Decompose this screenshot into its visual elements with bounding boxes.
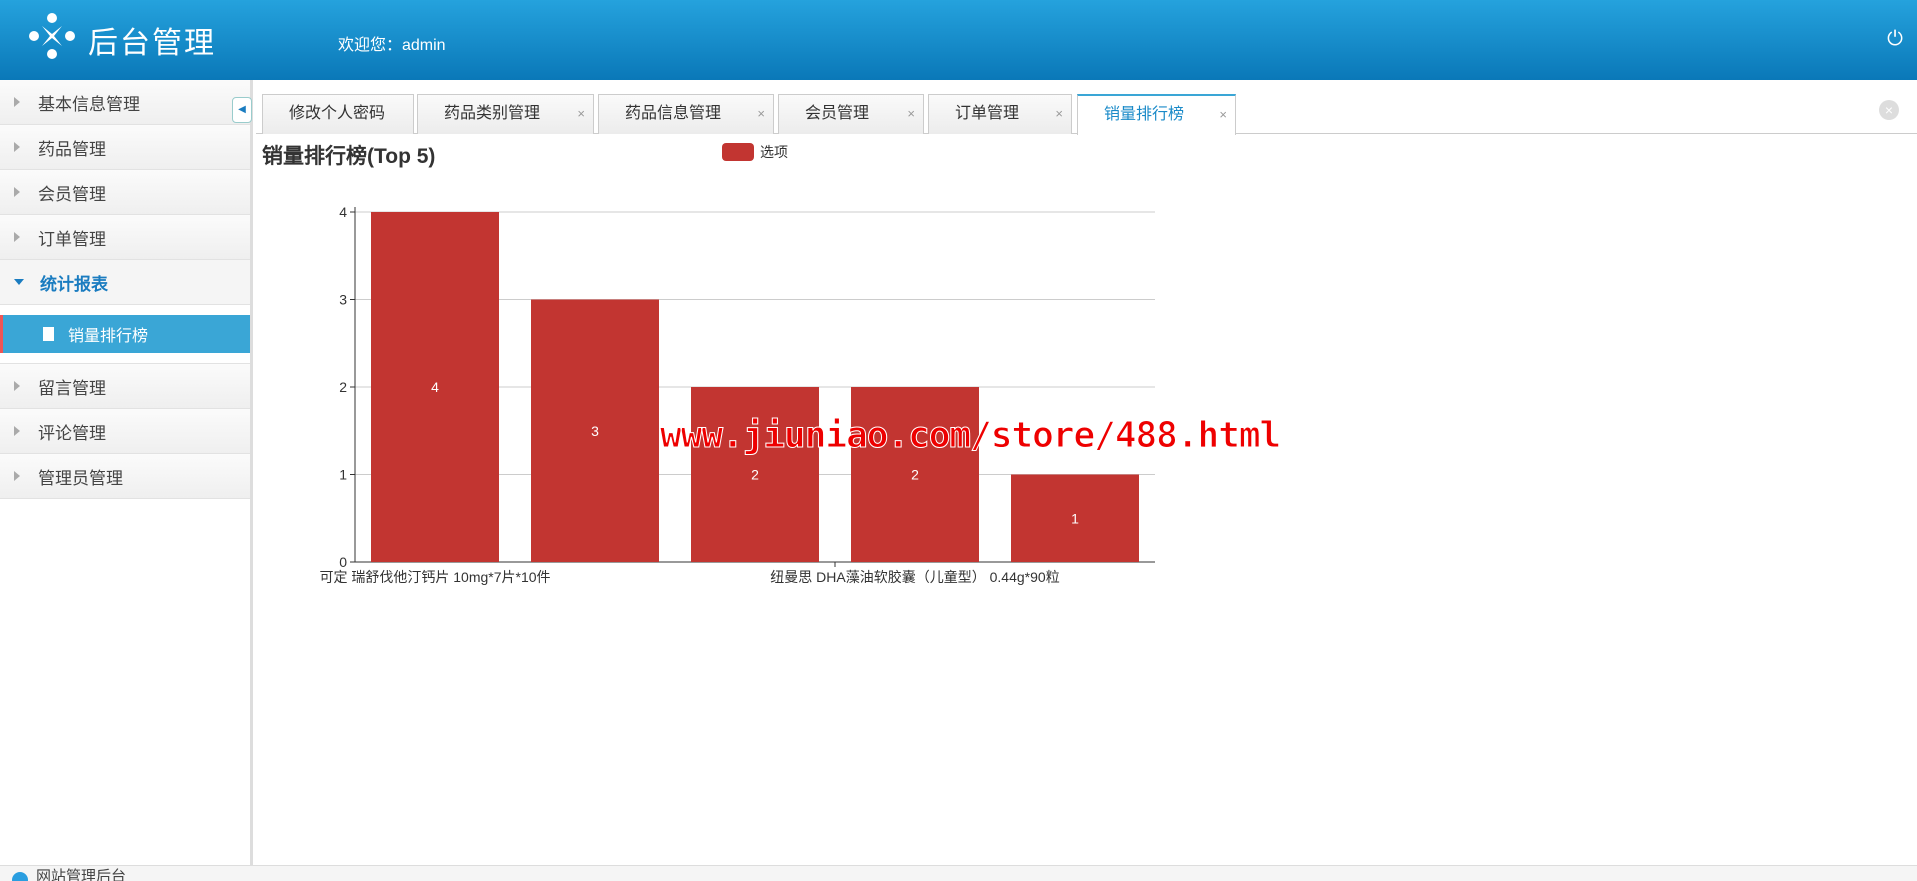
y-tick-label: 1 bbox=[339, 467, 347, 483]
chart-title: 销量排行榜(Top 5) bbox=[262, 145, 436, 168]
close-icon[interactable]: × bbox=[577, 95, 585, 133]
sidebar-item-basic-info[interactable]: 基本信息管理 bbox=[0, 80, 250, 125]
tab-label: 修改个人密码 bbox=[289, 105, 386, 122]
sidebar-item-members[interactable]: 会员管理 bbox=[0, 170, 250, 215]
sidebar-item-label: 基本信息管理 bbox=[38, 94, 140, 114]
caret-right-icon bbox=[14, 232, 20, 242]
sidebar-item-admins[interactable]: 管理员管理 bbox=[0, 454, 250, 499]
sidebar-subitem-label: 销量排行榜 bbox=[68, 328, 149, 345]
tab-sales-ranking[interactable]: 销量排行榜 × bbox=[1077, 94, 1236, 135]
tab-label: 订单管理 bbox=[955, 105, 1020, 122]
tab-label: 药品信息管理 bbox=[625, 105, 722, 122]
x-tick-label: 纽曼思 DHA藻油软胶囊（儿童型） 0.44g*90粒 bbox=[770, 569, 1059, 585]
bar-value-label: 2 bbox=[911, 467, 919, 483]
bar-chart: 0 1 2 3 4 4 可定 瑞舒伐他汀钙片 10mg*7片*10件 3 2 2 纽曼思 DHA藻油… bbox=[319, 204, 1155, 585]
sidebar-item-reports[interactable]: 统计报表 bbox=[0, 260, 250, 305]
sidebar-item-label: 统计报表 bbox=[40, 274, 108, 294]
info-icon bbox=[12, 872, 28, 881]
close-icon[interactable]: × bbox=[907, 95, 915, 133]
legend-label: 选项 bbox=[760, 144, 788, 160]
sidebar-item-messages[interactable]: 留言管理 bbox=[0, 364, 250, 409]
power-icon[interactable]: ⏻ bbox=[1887, 28, 1903, 51]
legend-swatch bbox=[722, 143, 754, 161]
tab-members[interactable]: 会员管理 × bbox=[778, 94, 924, 134]
caret-right-icon bbox=[14, 187, 20, 197]
caret-right-icon bbox=[14, 381, 20, 391]
collapse-sidebar-button[interactable]: ◀ bbox=[232, 97, 252, 123]
sidebar-item-label: 管理员管理 bbox=[38, 468, 123, 488]
sidebar-item-label: 会员管理 bbox=[38, 184, 106, 204]
close-icon[interactable]: × bbox=[1219, 96, 1227, 134]
caret-down-icon bbox=[14, 279, 24, 285]
sidebar: 基本信息管理 药品管理 会员管理 订单管理 统计报表 销量排行榜 留言管理 评论… bbox=[0, 80, 253, 865]
bar-value-label: 2 bbox=[751, 467, 759, 483]
sidebar-item-comments[interactable]: 评论管理 bbox=[0, 409, 250, 454]
app-title: 后台管理 bbox=[88, 26, 216, 61]
sidebar-submenu: 销量排行榜 bbox=[0, 315, 250, 364]
sidebar-subitem-sales-ranking[interactable]: 销量排行榜 bbox=[0, 315, 250, 353]
tab-drug-info[interactable]: 药品信息管理 × bbox=[598, 94, 774, 134]
tab-bar: 修改个人密码 药品类别管理 × 药品信息管理 × 会员管理 × 订单管理 × 销量排行榜… bbox=[256, 92, 1917, 135]
sidebar-item-orders[interactable]: 订单管理 bbox=[0, 215, 250, 260]
tab-label: 销量排行榜 bbox=[1104, 106, 1185, 123]
sidebar-item-label: 订单管理 bbox=[38, 229, 106, 249]
sidebar-item-label: 评论管理 bbox=[38, 423, 106, 443]
bar-value-label: 4 bbox=[431, 379, 439, 395]
bar-value-label: 1 bbox=[1071, 510, 1079, 526]
y-tick-label: 3 bbox=[339, 292, 347, 308]
close-icon[interactable]: × bbox=[1055, 95, 1063, 133]
y-tick-label: 4 bbox=[339, 204, 347, 220]
sidebar-item-drugs[interactable]: 药品管理 bbox=[0, 125, 250, 170]
logo-icon bbox=[29, 13, 75, 59]
footer-text: 网站管理后台 bbox=[36, 868, 127, 881]
tab-change-password[interactable]: 修改个人密码 bbox=[262, 94, 414, 134]
caret-right-icon bbox=[14, 426, 20, 436]
close-all-tabs-icon[interactable]: × bbox=[1879, 100, 1899, 120]
y-tick-label: 0 bbox=[339, 554, 347, 570]
sidebar-item-label: 留言管理 bbox=[38, 378, 106, 398]
chart-legend[interactable]: 选项 bbox=[722, 142, 788, 162]
tab-label: 会员管理 bbox=[805, 105, 870, 122]
close-icon[interactable]: × bbox=[757, 95, 765, 133]
tab-label: 药品类别管理 bbox=[444, 105, 541, 122]
y-tick-label: 2 bbox=[339, 379, 347, 395]
tab-orders[interactable]: 订单管理 × bbox=[928, 94, 1072, 134]
tab-drug-categories[interactable]: 药品类别管理 × bbox=[417, 94, 594, 134]
x-tick-label: 可定 瑞舒伐他汀钙片 10mg*7片*10件 bbox=[319, 569, 550, 585]
caret-right-icon bbox=[14, 97, 20, 107]
sidebar-item-label: 药品管理 bbox=[38, 139, 106, 159]
caret-right-icon bbox=[14, 142, 20, 152]
top-header: 后台管理 欢迎您：admin ⏻ bbox=[0, 0, 1917, 80]
bar-value-label: 3 bbox=[591, 423, 599, 439]
document-icon bbox=[43, 327, 54, 341]
footer: 网站管理后台 bbox=[0, 865, 1917, 881]
welcome-text: 欢迎您：admin bbox=[338, 37, 446, 54]
caret-right-icon bbox=[14, 471, 20, 481]
